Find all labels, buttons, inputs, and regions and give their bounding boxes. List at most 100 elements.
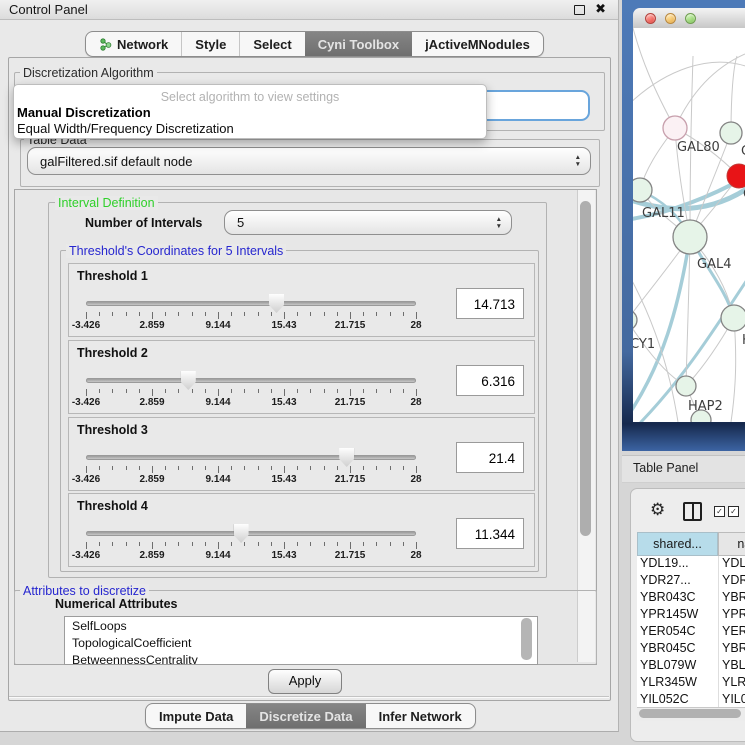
horizontal-scrollbar-thumb[interactable] — [639, 709, 741, 718]
slider-tick — [390, 542, 391, 546]
cell-name[interactable]: YBL0 — [722, 658, 745, 672]
slider-tick-label: 28 — [410, 397, 421, 408]
threshold-value-field[interactable]: 14.713 — [456, 288, 524, 319]
column-header-shared-name[interactable]: shared... — [637, 532, 718, 556]
slider-tick — [416, 389, 417, 396]
dropdown-option-equal-width-frequency[interactable]: Equal Width/Frequency Discretization — [17, 121, 234, 136]
tab-cyni-toolbox[interactable]: Cyni Toolbox — [305, 32, 412, 56]
network-edge[interactable] — [731, 318, 736, 422]
slider-thumb[interactable] — [269, 294, 284, 313]
network-node[interactable] — [633, 178, 652, 202]
slider-tick — [99, 312, 100, 316]
network-node[interactable] — [663, 116, 687, 140]
cell-name[interactable]: YIL0 — [722, 692, 745, 706]
network-node[interactable] — [673, 220, 707, 254]
cell-shared-name[interactable]: YIL052C — [640, 692, 716, 706]
cell-shared-name[interactable]: YDL19... — [640, 556, 716, 570]
split-columns-icon[interactable] — [683, 502, 702, 521]
tab-style[interactable]: Style — [181, 32, 239, 56]
cell-shared-name[interactable]: YBL079W — [640, 658, 716, 672]
slider-thumb[interactable] — [181, 371, 196, 390]
attribute-item-topologicalcoefficient[interactable]: TopologicalCoefficient — [65, 634, 537, 651]
column-header-name[interactable]: name — [718, 532, 745, 556]
cell-name[interactable]: YBR0 — [722, 641, 745, 655]
attribute-item-selfloops[interactable]: SelfLoops — [65, 617, 537, 634]
network-node[interactable] — [676, 376, 696, 396]
float-window-icon[interactable] — [574, 5, 585, 15]
tab-select[interactable]: Select — [239, 32, 304, 56]
slider-track[interactable] — [86, 378, 416, 383]
slider-track[interactable] — [86, 301, 416, 306]
network-graph: GAL80GACGAL11GAL4GCY1HHAP2 — [633, 28, 745, 422]
table-row[interactable]: YLR345W YLR3 — [637, 675, 745, 692]
cell-name[interactable]: YBR0 — [722, 590, 745, 604]
cell-name[interactable]: YDL1 — [722, 556, 745, 570]
cell-name[interactable]: YDR2 — [722, 573, 745, 587]
close-icon[interactable]: ✖ — [595, 1, 606, 17]
cell-shared-name[interactable]: YBR043C — [640, 590, 716, 604]
numerical-attributes-list[interactable]: SelfLoopsTopologicalCoefficientBetweenne… — [64, 616, 538, 665]
node-table[interactable]: shared... name YDL19...YDL1YDR27...YDR2Y… — [637, 532, 745, 707]
mac-zoom-button-icon[interactable] — [685, 13, 696, 24]
select-all-icon[interactable]: ✓ — [714, 506, 725, 517]
table-row[interactable]: YDR27... YDR2 — [637, 573, 745, 590]
slider-tick — [231, 312, 232, 316]
network-edge[interactable] — [633, 28, 675, 128]
table-row[interactable]: YBR045C YBR0 — [637, 641, 745, 658]
slider-thumb[interactable] — [339, 448, 354, 467]
cell-name[interactable]: YPR1 — [722, 607, 745, 621]
threshold-slider[interactable]: -3.4262.8599.14415.4321.71528 — [86, 292, 416, 332]
slider-tick — [192, 466, 193, 470]
table-row[interactable]: YBL079W YBL0 — [637, 658, 745, 675]
mac-minimize-button-icon[interactable] — [665, 13, 676, 24]
slider-tick — [376, 389, 377, 393]
network-canvas[interactable]: GAL80GACGAL11GAL4GCY1HHAP2 — [633, 28, 745, 422]
threshold-value-field[interactable]: 11.344 — [456, 518, 524, 549]
table-row[interactable]: YER054C YER0 — [637, 624, 745, 641]
tab-network[interactable]: Network — [86, 32, 181, 56]
gear-icon[interactable]: ⚙ — [650, 500, 665, 520]
slider-tick-label: 28 — [410, 320, 421, 331]
cell-name[interactable]: YLR3 — [722, 675, 745, 689]
threshold-value-field[interactable]: 21.4 — [456, 442, 524, 473]
table-row[interactable]: YDL19... YDL1 — [637, 556, 745, 573]
slider-track[interactable] — [86, 531, 416, 536]
vertical-scrollbar-thumb[interactable] — [580, 201, 591, 536]
cell-shared-name[interactable]: YPR145W — [640, 607, 716, 621]
tab-jactivemnodules[interactable]: jActiveMNodules — [412, 32, 543, 56]
numerical-attributes-label: Numerical Attributes — [55, 597, 177, 611]
cell-shared-name[interactable]: YLR345W — [640, 675, 716, 689]
attribute-item-betweennesscentrality[interactable]: BetweennessCentrality — [65, 651, 537, 665]
threshold-slider[interactable]: -3.4262.8599.14415.4321.71528 — [86, 369, 416, 409]
number-of-intervals-combobox[interactable]: 5 ▲▼ — [224, 210, 512, 235]
network-edge[interactable] — [633, 62, 745, 108]
cell-name[interactable]: YER0 — [722, 624, 745, 638]
threshold-slider[interactable]: -3.4262.8599.14415.4321.71528 — [86, 446, 416, 486]
network-node[interactable] — [720, 122, 742, 144]
slider-tick — [363, 312, 364, 316]
bottom-tab-discretize-data[interactable]: Discretize Data — [246, 704, 365, 728]
threshold-value-field[interactable]: 6.316 — [456, 365, 524, 396]
attributes-list-scrollbar-thumb[interactable] — [521, 618, 532, 660]
slider-tick — [178, 389, 179, 393]
bottom-tab-infer-network[interactable]: Infer Network — [366, 704, 475, 728]
slider-tick — [337, 389, 338, 393]
slider-thumb[interactable] — [234, 524, 249, 543]
dropdown-option-manual-discretization[interactable]: Manual Discretization — [17, 105, 151, 120]
cell-shared-name[interactable]: YER054C — [640, 624, 716, 638]
cell-shared-name[interactable]: YDR27... — [640, 573, 716, 587]
table-row[interactable]: YPR145W YPR1 — [637, 607, 745, 624]
table-data-combobox[interactable]: galFiltered.sif default node ▲▼ — [27, 147, 591, 175]
select-none-icon[interactable]: ✓ — [728, 506, 739, 517]
table-row[interactable]: YBR043C YBR0 — [637, 590, 745, 607]
slider-tick — [310, 466, 311, 470]
network-node[interactable] — [721, 305, 745, 331]
threshold-slider[interactable]: -3.4262.8599.14415.4321.71528 — [86, 522, 416, 562]
mac-close-button-icon[interactable] — [645, 13, 656, 24]
apply-button[interactable]: Apply — [268, 669, 342, 694]
slider-track[interactable] — [86, 455, 416, 460]
cell-shared-name[interactable]: YBR045C — [640, 641, 716, 655]
table-row[interactable]: YIL052C YIL0 — [637, 692, 745, 707]
bottom-tab-impute-data[interactable]: Impute Data — [146, 704, 246, 728]
network-node[interactable] — [633, 310, 637, 330]
